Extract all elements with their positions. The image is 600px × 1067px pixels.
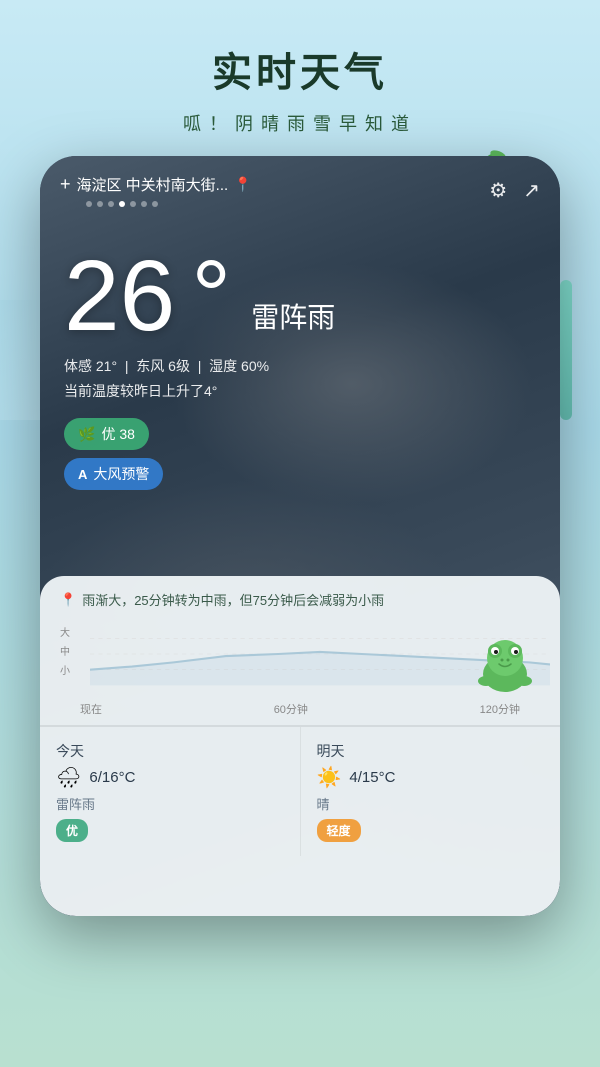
leaf-icon: 🌿: [78, 426, 95, 443]
today-temp-row: 🌧 6/16°C: [56, 765, 284, 790]
weather-details: 体感 21° | 东风 6级 | 湿度 60% 当前温度较昨日上升了4°: [64, 354, 335, 404]
temperature-value: 26: [64, 246, 175, 346]
tomorrow-temp-row: ☀️ 4/15°C: [317, 765, 545, 790]
top-bar-actions: ⚙ ↗: [489, 178, 540, 203]
aqi-badge: 🌿 优 38: [64, 418, 149, 450]
dot-6: [141, 201, 147, 207]
aqi-text: 优 38: [101, 424, 134, 444]
temperature-unit: °: [191, 246, 231, 346]
dot-7: [152, 201, 158, 207]
daily-item-tomorrow: 明天 ☀️ 4/15°C 晴 轻度: [301, 727, 561, 856]
daily-forecast-row: 今天 🌧 6/16°C 雷阵雨 优 明天 ☀️ 4/15°C 晴: [40, 726, 560, 856]
top-section: 实时天气 呱！阴晴雨雪早知道: [0, 0, 600, 156]
chart-label-small: 小: [60, 662, 70, 677]
today-desc: 雷阵雨: [56, 794, 284, 813]
chart-label-large: 大: [60, 624, 70, 639]
add-location-icon[interactable]: +: [60, 174, 71, 195]
app-title: 实时天气: [0, 40, 600, 98]
page-dots: [60, 201, 252, 207]
chart-y-labels: 大 中 小: [60, 624, 70, 677]
dot-3: [108, 201, 114, 207]
wind-warning-badge: A 大风预警: [64, 458, 163, 490]
phone-container: + 海淀区 中关村南大街... 📍 ⚙ ↗: [40, 156, 560, 916]
badge-row: 🌿 优 38 A 大风预警: [64, 418, 335, 490]
weather-main: 26 ° 雷阵雨 体感 21° | 东风 6级 | 湿度 60% 当前温度较昨日…: [64, 246, 335, 490]
chart-label-medium: 中: [60, 643, 70, 658]
rain-text-row: 📍 雨渐大，25分钟转为中雨，但75分钟后会减弱为小雨: [60, 590, 540, 609]
today-weather-icon: 🌧: [56, 765, 81, 790]
time-60min: 60分钟: [274, 701, 308, 717]
wind-warning-text: 大风预警: [93, 464, 149, 484]
app-subtitle: 呱！阴晴雨雪早知道: [0, 110, 600, 136]
location-pin-icon: 📍: [234, 176, 251, 193]
settings-icon[interactable]: ⚙: [489, 178, 507, 203]
tomorrow-weather-icon: ☀️: [317, 765, 342, 790]
daily-item-today: 今天 🌧 6/16°C 雷阵雨 优: [40, 727, 301, 856]
dot-2: [97, 201, 103, 207]
tomorrow-temp: 4/15°C: [349, 769, 395, 786]
rain-forecast-text: 雨渐大，25分钟转为中雨，但75分钟后会减弱为小雨: [82, 590, 384, 609]
temperature-row: 26 ° 雷阵雨: [64, 246, 335, 346]
dot-4-active: [119, 201, 125, 207]
location-area: + 海淀区 中关村南大街... 📍: [60, 174, 252, 195]
weather-description: 雷阵雨: [251, 296, 335, 346]
frog-bottom-decoration: [470, 626, 540, 696]
time-now: 现在: [80, 701, 102, 717]
weather-detail-line1: 体感 21° | 东风 6级 | 湿度 60%: [64, 354, 335, 379]
phone-card: + 海淀区 中关村南大街... 📍 ⚙ ↗: [40, 156, 560, 916]
time-120min: 120分钟: [480, 701, 520, 717]
tomorrow-label: 明天: [317, 741, 545, 761]
dot-1: [86, 201, 92, 207]
weather-detail-line2: 当前温度较昨日上升了4°: [64, 379, 335, 404]
top-bar: + 海淀区 中关村南大街... 📍 ⚙ ↗: [40, 156, 560, 217]
chart-x-labels: 现在 60分钟 120分钟: [60, 699, 540, 717]
today-temp: 6/16°C: [89, 769, 135, 786]
rain-chart: 大 中 小: [60, 619, 540, 699]
today-aqi-badge: 优: [56, 819, 88, 842]
today-label: 今天: [56, 741, 284, 761]
dot-5: [130, 201, 136, 207]
rain-pin-icon: 📍: [60, 592, 76, 608]
location-text: 海淀区 中关村南大街...: [77, 174, 229, 195]
teal-bar: [560, 280, 572, 420]
share-icon[interactable]: ↗: [523, 178, 540, 203]
alert-icon: A: [78, 467, 87, 482]
tomorrow-aqi-badge: 轻度: [317, 819, 361, 842]
tomorrow-desc: 晴: [317, 794, 545, 813]
